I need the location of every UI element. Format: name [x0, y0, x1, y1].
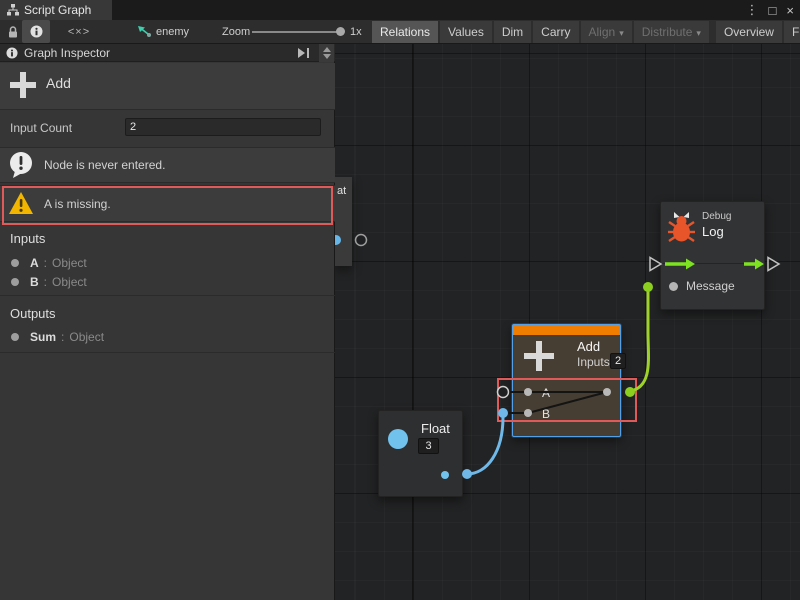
- graph-tab-icon: [7, 4, 19, 16]
- info-message-text: Node is never entered.: [44, 158, 165, 172]
- chevron-down-icon: ▾: [696, 28, 701, 38]
- overview-button[interactable]: Overview: [716, 21, 782, 43]
- wire-end-dot[interactable]: [643, 282, 653, 292]
- edit-script-button[interactable]: <×>: [64, 20, 94, 43]
- section-divider: [0, 295, 335, 296]
- debug-node-subtitle: Debug: [702, 211, 731, 222]
- bug-icon: [667, 210, 696, 243]
- add-node-subtitle: Inputs: [577, 355, 610, 369]
- scroll-down-icon[interactable]: [323, 54, 331, 59]
- zoom-slider[interactable]: [252, 20, 344, 43]
- node-divider: [661, 263, 764, 264]
- info-icon: [6, 47, 18, 59]
- speech-bubble-icon: [8, 151, 34, 179]
- clipped-node-title: at: [337, 185, 346, 197]
- inspector-title: Graph Inspector: [24, 46, 110, 60]
- info-icon: [30, 25, 43, 38]
- graph-breadcrumb-icon: [137, 20, 152, 43]
- unconnected-port-circle[interactable]: [356, 235, 367, 246]
- a-input-missing-port[interactable]: [498, 387, 509, 398]
- warning-triangle-icon: [8, 191, 34, 216]
- input-count-label: Input Count: [10, 121, 72, 135]
- inspector-header: Graph Inspector: [0, 44, 335, 62]
- full-screen-button[interactable]: Full Screen: [784, 21, 800, 43]
- close-icon[interactable]: ×: [786, 3, 794, 18]
- maximize-icon[interactable]: □: [769, 3, 777, 18]
- lock-button[interactable]: [5, 20, 21, 43]
- inspector-scroll-stepper[interactable]: [319, 44, 334, 62]
- zoom-value: 1x: [350, 20, 362, 43]
- graph-toolbar: <×> enemy Zoom 1x Relations Values Dim C…: [0, 20, 800, 44]
- window-menu-icon[interactable]: ⋮: [746, 2, 759, 18]
- window-controls: ⋮ □ ×: [746, 0, 794, 20]
- wire-end-dot[interactable]: [462, 469, 472, 479]
- port-label-a: A: [542, 386, 550, 400]
- inspector-toggle-button[interactable]: [22, 20, 50, 43]
- port-dot-icon: [11, 333, 19, 341]
- debug-log-node[interactable]: Debug Log Message: [660, 201, 765, 310]
- port-dot-icon: [11, 259, 19, 267]
- carry-button[interactable]: Carry: [533, 21, 578, 43]
- tab-script-graph[interactable]: Script Graph: [0, 0, 112, 20]
- relations-button[interactable]: Relations: [372, 21, 438, 43]
- inputs-section-title: Inputs: [10, 231, 45, 246]
- b-input-connected-port[interactable]: [498, 408, 508, 418]
- clipped-node[interactable]: at: [335, 177, 352, 266]
- align-dropdown[interactable]: Align▾: [581, 21, 632, 43]
- breadcrumb-graph-name[interactable]: enemy: [156, 20, 189, 43]
- wire-float-to-b[interactable]: [467, 417, 503, 474]
- info-message-row: Node is never entered.: [0, 147, 335, 183]
- output-port-row-sum: Sum : Object: [11, 330, 104, 344]
- port-dot-icon: [11, 278, 19, 286]
- outputs-section-title: Outputs: [10, 306, 56, 321]
- selected-node-title: Add: [46, 75, 71, 91]
- flow-output-triangle-port[interactable]: [768, 258, 779, 271]
- chevron-down-icon: ▾: [619, 28, 624, 38]
- graph-inspector-panel: Graph Inspector Add Input Count Nod: [0, 44, 335, 600]
- zoom-label: Zoom: [222, 20, 250, 43]
- toolbar-buttons: Relations Values Dim Carry Align▾ Distri…: [372, 21, 800, 43]
- title-bar: Script Graph ⋮ □ ×: [0, 0, 800, 20]
- float-output-port[interactable]: [441, 471, 449, 479]
- port-label-b: B: [542, 407, 550, 421]
- wire-sum-to-message[interactable]: [631, 287, 648, 391]
- input-count-field[interactable]: [125, 118, 321, 136]
- scroll-up-icon[interactable]: [323, 47, 331, 52]
- graph-canvas[interactable]: at Float 3 Add Inputs 2 A B: [335, 44, 800, 600]
- dim-button[interactable]: Dim: [494, 21, 531, 43]
- distribute-dropdown[interactable]: Distribute▾: [634, 21, 709, 43]
- add-node-header: [513, 325, 620, 335]
- add-node[interactable]: Add Inputs 2 A B: [512, 324, 621, 437]
- lock-icon: [7, 25, 19, 39]
- message-input-port[interactable]: [669, 282, 678, 291]
- zoom-slider-knob[interactable]: [336, 27, 345, 36]
- warning-message-text: A is missing.: [44, 197, 111, 211]
- wire-overlay: [335, 44, 800, 600]
- input-port-row-b: B : Object: [11, 275, 87, 289]
- add-input-count-badge: 2: [610, 353, 626, 369]
- add-node-title: Add: [577, 339, 600, 354]
- section-divider: [0, 352, 335, 353]
- float-node[interactable]: Float 3: [378, 410, 463, 497]
- float-node-title: Float: [421, 421, 450, 436]
- debug-node-title: Log: [702, 224, 724, 239]
- code-icon: <×>: [68, 26, 90, 38]
- selected-node-summary: Add: [0, 63, 335, 110]
- sum-output-port[interactable]: [625, 387, 635, 397]
- dock-icon[interactable]: [297, 48, 310, 58]
- script-graph-window: Script Graph ⋮ □ × <×>: [0, 0, 800, 600]
- warning-message-row: A is missing.: [0, 185, 335, 222]
- tab-title: Script Graph: [24, 3, 91, 17]
- add-node-icon: [10, 72, 36, 98]
- input-port-row-a: A : Object: [11, 256, 87, 270]
- message-port-label: Message: [686, 279, 735, 293]
- zoom-slider-track[interactable]: [252, 31, 344, 33]
- values-button[interactable]: Values: [440, 21, 492, 43]
- float-value-icon: [388, 429, 408, 449]
- float-value-field[interactable]: 3: [418, 438, 439, 454]
- add-node-icon: [524, 341, 554, 371]
